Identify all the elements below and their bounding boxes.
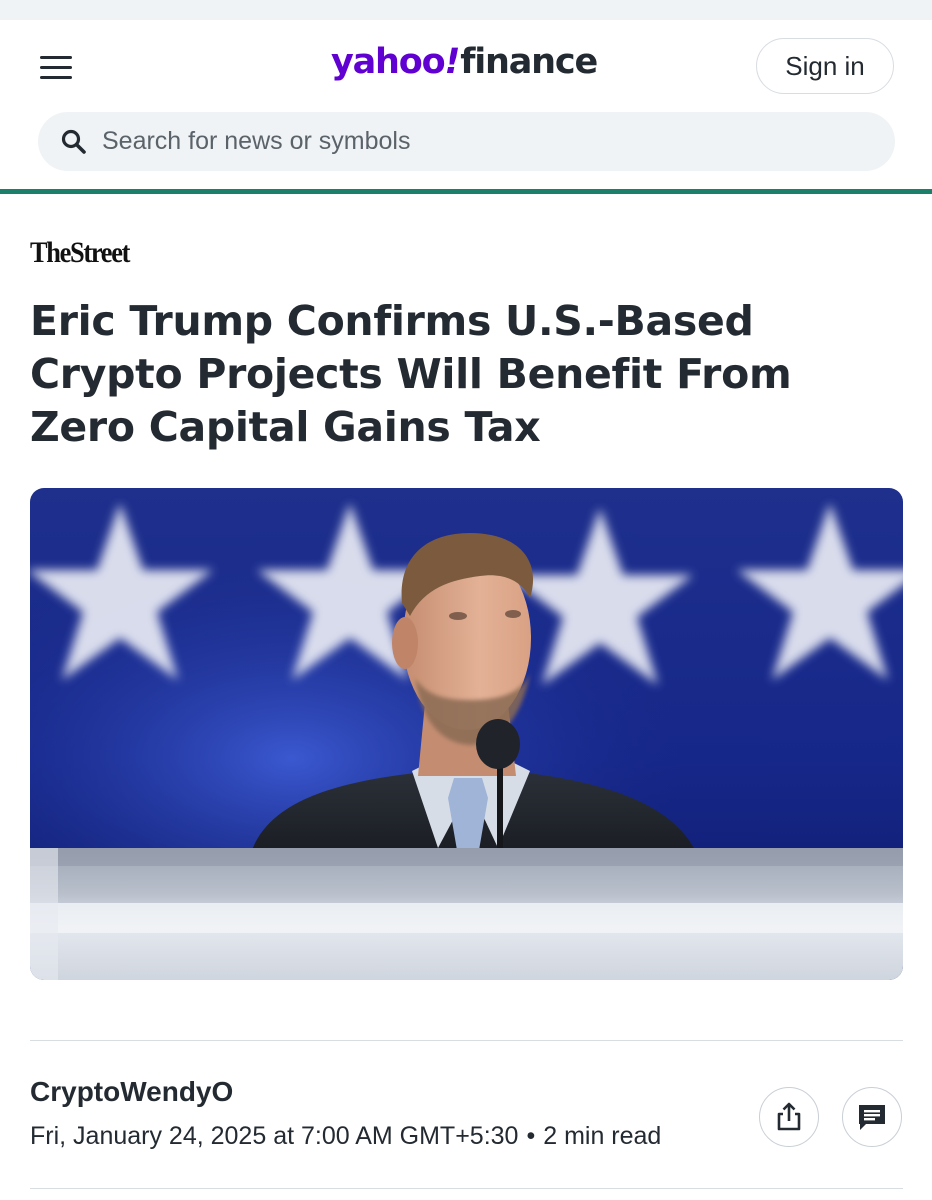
byline-bottom-divider [30, 1188, 903, 1189]
logo-finance-text: finance [460, 42, 598, 82]
article-headline: Eric Trump Confirms U.S.-Based Crypto Pr… [30, 297, 792, 451]
site-header: yahoo! finance Sign in [0, 20, 932, 191]
share-button[interactable] [759, 1087, 819, 1147]
share-icon [777, 1102, 801, 1131]
meta-separator: • [526, 1122, 536, 1150]
search-bar[interactable] [38, 112, 895, 171]
search-icon [61, 129, 86, 154]
header-divider [0, 189, 932, 194]
read-time: 2 min read [543, 1122, 662, 1150]
publish-date: Fri, January 24, 2025 at 7:00 AM GMT+5:3… [30, 1122, 519, 1150]
article-hero-image [30, 488, 903, 980]
byline-top-divider [30, 1040, 903, 1041]
hamburger-menu-icon[interactable] [36, 50, 78, 84]
logo-yahoo-text: yahoo [331, 42, 446, 82]
logo-exclamation: ! [444, 42, 460, 82]
article-meta: Fri, January 24, 2025 at 7:00 AM GMT+5:3… [30, 1122, 661, 1151]
browser-top-strip [0, 0, 932, 20]
publisher-logo[interactable]: TheStreet [30, 236, 130, 270]
comment-icon [859, 1105, 885, 1130]
sign-in-button[interactable]: Sign in [756, 38, 894, 94]
search-input[interactable] [102, 112, 882, 171]
author-name[interactable]: CryptoWendyO [30, 1076, 233, 1108]
comments-button[interactable] [842, 1087, 902, 1147]
yahoo-finance-logo[interactable]: yahoo! finance [331, 42, 598, 92]
